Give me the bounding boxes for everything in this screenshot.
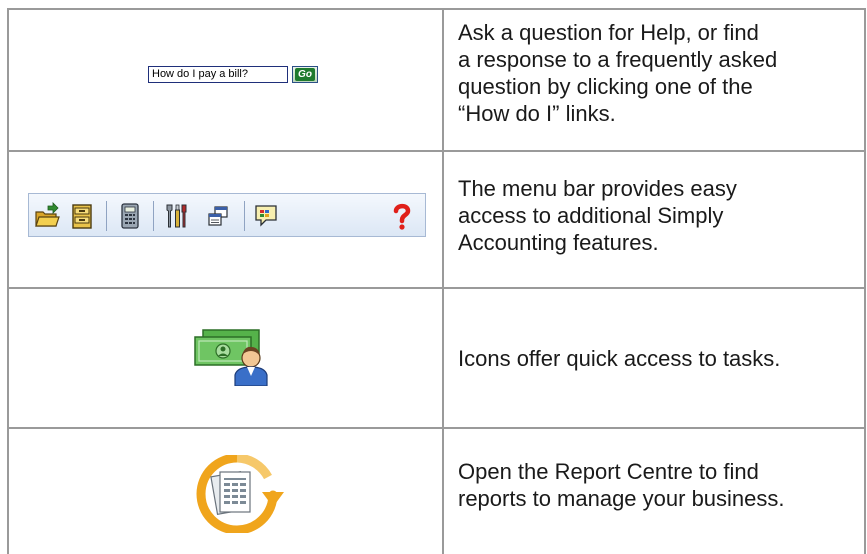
toolbar-separator (106, 201, 107, 231)
file-cabinet-icon[interactable] (69, 202, 95, 230)
left-border (7, 8, 9, 554)
chat-icon[interactable] (253, 202, 279, 230)
windows-icon[interactable] (205, 202, 231, 230)
right-border (864, 8, 866, 554)
menu-bar (28, 193, 426, 237)
go-label: Go (295, 68, 315, 81)
report-centre-icon[interactable] (188, 455, 286, 533)
help-icon[interactable] (389, 202, 415, 230)
toolbar-separator (244, 201, 245, 231)
go-button[interactable]: Go (292, 66, 318, 83)
column-divider (442, 8, 444, 554)
row-divider (7, 287, 866, 289)
open-folder-icon[interactable] (34, 202, 60, 230)
help-search-box: Go (148, 66, 318, 83)
top-border (7, 8, 866, 10)
money-user-icon[interactable] (189, 328, 275, 386)
tools-icon[interactable] (163, 202, 189, 230)
row-divider (7, 427, 866, 429)
row-3-description: Icons offer quick access to tasks. (458, 346, 781, 371)
row-divider (7, 150, 866, 152)
help-search-input[interactable] (148, 66, 288, 83)
row-2-description: The menu bar provides easy access to add… (458, 176, 737, 255)
toolbar-separator (153, 201, 154, 231)
row-1-description: Ask a question for Help, or find a respo… (458, 20, 778, 126)
calculator-icon[interactable] (117, 202, 143, 230)
row-4-description: Open the Report Centre to find reports t… (458, 459, 785, 511)
